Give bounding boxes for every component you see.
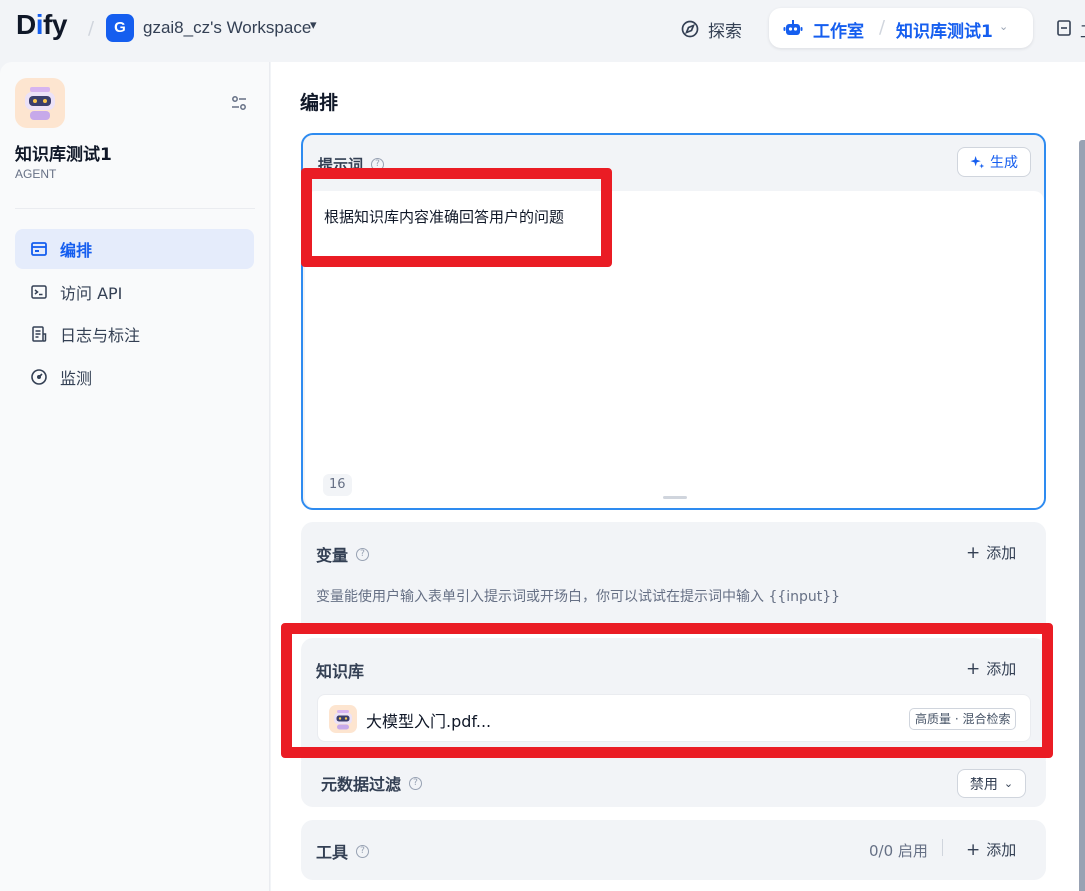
tools-card: 工具 ? 0/0 启用 + 添加 (301, 820, 1046, 880)
layout-icon (31, 242, 47, 256)
prompt-header: 提示词 ? (318, 154, 385, 175)
knowledge-nav-partial[interactable]: 工 (1080, 18, 1085, 42)
prompt-label: 提示词 (318, 156, 364, 174)
prompt-text[interactable]: 根据知识库内容准确回答用户的问题 (324, 206, 564, 227)
terminal-icon (31, 285, 47, 299)
sidebar-item-logs[interactable]: 日志与标注 (15, 314, 254, 354)
generate-label: 生成 (990, 155, 1018, 171)
sliders-icon[interactable] (230, 94, 248, 112)
knowledge-label: 知识库 (316, 662, 365, 681)
chevron-down-icon[interactable]: ▾ (310, 18, 317, 33)
divider (15, 208, 255, 209)
sidebar-item-orchestrate[interactable]: 编排 (15, 229, 254, 269)
sidebar-item-label: 监测 (60, 369, 93, 388)
sparkle-icon (970, 155, 985, 168)
dataset-name: 大模型入门.pdf... (366, 712, 492, 731)
add-label: 添加 (986, 544, 1017, 562)
sidebar-item-label: 编排 (60, 241, 93, 260)
dataset-mode-badge: 高质量 · 混合检索 (909, 708, 1017, 730)
help-icon[interactable]: ? (356, 547, 370, 561)
prompt-card: 提示词 ? 生成 根据知识库内容准确回答用户的问题 16 (301, 133, 1046, 510)
robot-avatar-icon (329, 705, 357, 733)
gauge-icon (31, 369, 47, 385)
variables-description: 变量能使用户输入表单引入提示词或开场白，你可以试试在提示词中输入 {{input… (316, 589, 841, 605)
dify-logo[interactable]: Dify (16, 9, 67, 41)
page-title: 编排 (300, 92, 339, 114)
generate-button[interactable]: 生成 (957, 147, 1031, 177)
app-type-label: AGENT (15, 167, 57, 181)
workspace-avatar[interactable]: G (106, 14, 134, 42)
divider: / (879, 17, 886, 38)
help-icon[interactable]: ? (356, 844, 370, 858)
robot-icon (783, 20, 803, 35)
metadata-filter-card: 元数据过滤 ? 禁用 ⌄ (301, 761, 1046, 807)
dataset-item[interactable]: 大模型入门.pdf... 高质量 · 混合检索 (317, 694, 1031, 742)
help-icon[interactable]: ? (371, 158, 385, 171)
scrollbar[interactable] (1079, 140, 1085, 891)
variables-card: 变量 ? + 添加 变量能使用户输入表单引入提示词或开场白，你可以试试在提示词中… (301, 522, 1046, 634)
add-label: 添加 (986, 660, 1017, 678)
metadata-filter-label: 元数据过滤 (321, 775, 402, 794)
current-app-crumb[interactable]: 知识库测试1 (896, 17, 993, 42)
select-value: 禁用 (969, 776, 998, 793)
plus-icon: + (966, 542, 981, 563)
knowledge-card: 知识库 + 添加 大模型入门.pdf... 高质量 · 混合检索 (301, 638, 1046, 770)
add-tool-button[interactable]: + 添加 (966, 839, 1016, 860)
compass-icon (681, 20, 699, 38)
sidebar-item-monitoring[interactable]: 监测 (15, 357, 254, 397)
add-variable-button[interactable]: + 添加 (966, 542, 1016, 563)
divider (942, 839, 943, 856)
sidebar-item-api[interactable]: 访问 API (15, 272, 254, 312)
workspace-name[interactable]: gzai8_cz's Workspace (143, 18, 311, 38)
variables-header: 变量 ? (316, 542, 370, 566)
studio-breadcrumb[interactable]: 工作室 / 知识库测试1 ⌄ (769, 8, 1033, 48)
chevron-down-icon: ⌄ (1003, 777, 1014, 790)
chevron-down-icon[interactable]: ⌄ (999, 20, 1008, 33)
sidebar-item-label: 访问 API (60, 284, 123, 303)
explore-nav[interactable]: 探索 (680, 15, 742, 43)
divider: / (88, 18, 95, 39)
file-list-icon (32, 326, 47, 342)
sidebar-item-label: 日志与标注 (60, 326, 141, 345)
app-sidebar: 知识库测试1 AGENT 编排 访问 API 日志与标注 监测 (0, 62, 270, 891)
add-knowledge-button[interactable]: + 添加 (966, 658, 1016, 679)
plus-icon: + (966, 839, 981, 860)
app-name: 知识库测试1 (15, 145, 112, 165)
plus-icon: + (966, 658, 981, 679)
resize-handle[interactable] (663, 496, 687, 499)
metadata-filter-select[interactable]: 禁用 ⌄ (957, 769, 1026, 798)
prompt-editor[interactable]: 根据知识库内容准确回答用户的问题 16 (305, 191, 1044, 508)
metadata-filter-header: 元数据过滤 ? (321, 771, 423, 795)
robot-avatar-icon (25, 87, 55, 120)
tools-label: 工具 (316, 843, 349, 862)
variables-label: 变量 (316, 546, 349, 565)
help-icon[interactable]: ? (409, 776, 423, 790)
book-icon[interactable] (1055, 19, 1073, 37)
add-label: 添加 (986, 841, 1017, 859)
app-avatar (15, 78, 65, 128)
orchestrate-panel: 编排 提示词 ? 生成 根据知识库内容准确回答用户的问题 16 变量 ? + 添… (271, 62, 1085, 891)
knowledge-header: 知识库 (316, 658, 364, 682)
tools-header: 工具 ? (316, 839, 370, 863)
tools-enabled-count: 0/0 启用 (869, 842, 928, 860)
explore-label: 探索 (708, 21, 742, 42)
top-bar: Dify / G gzai8_cz's Workspace ▾ 探索 工作室 /… (0, 0, 1085, 56)
char-count: 16 (323, 474, 352, 496)
studio-label[interactable]: 工作室 (813, 17, 864, 42)
